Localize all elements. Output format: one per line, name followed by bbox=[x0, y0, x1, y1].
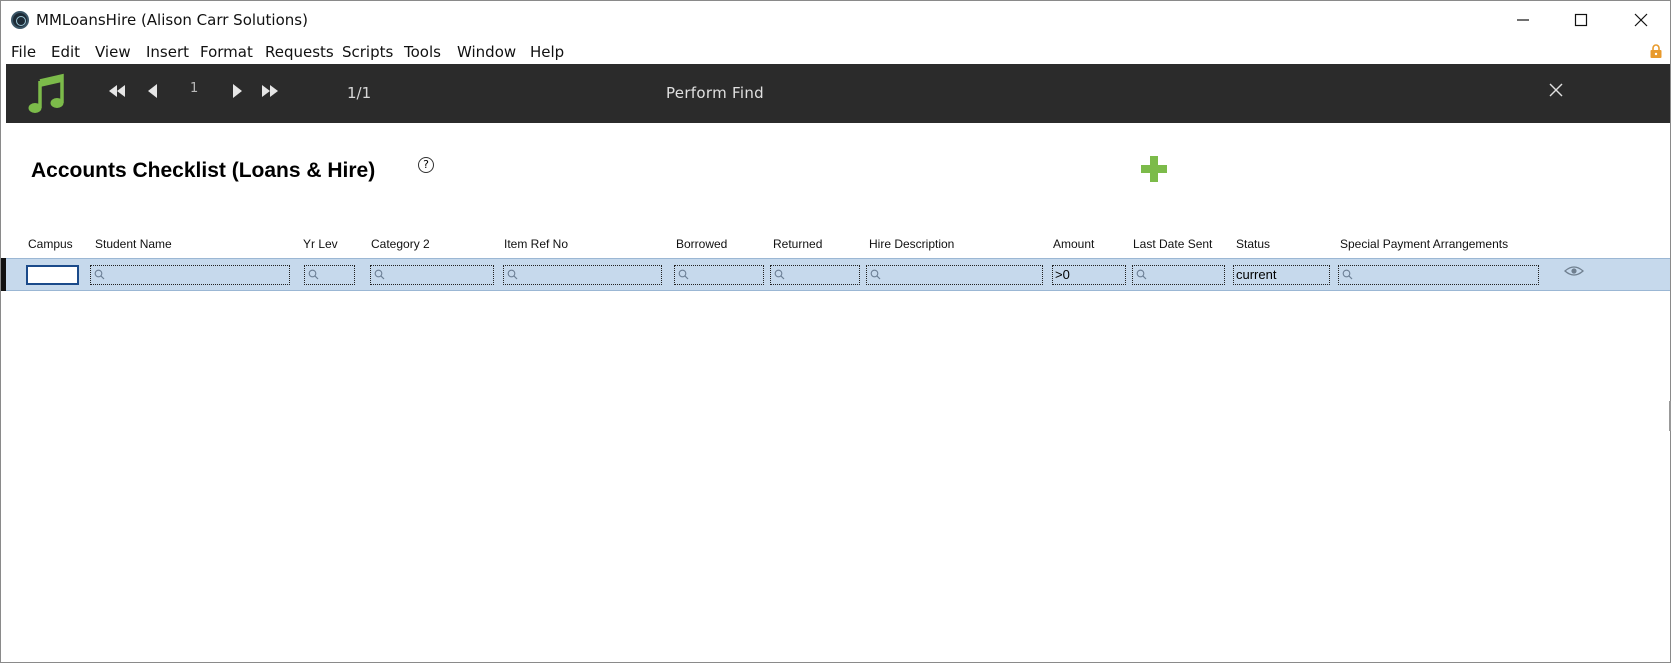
maximize-icon bbox=[1574, 13, 1588, 27]
lock-icon[interactable] bbox=[1649, 43, 1663, 59]
hire-description-find-field[interactable] bbox=[866, 265, 1043, 285]
menu-format[interactable]: Format bbox=[200, 43, 253, 61]
page-title: Accounts Checklist (Loans & Hire) bbox=[31, 159, 376, 182]
last-date-sent-find-field[interactable] bbox=[1132, 265, 1225, 285]
search-icon bbox=[1342, 269, 1353, 280]
menu-requests[interactable]: Requests bbox=[265, 43, 334, 61]
app-icon bbox=[11, 11, 29, 29]
find-request-row: >0 current bbox=[6, 258, 1670, 291]
mode-title: Perform Find bbox=[666, 84, 764, 102]
column-header-yr-lev: Yr Lev bbox=[303, 237, 338, 251]
column-header-category-2: Category 2 bbox=[371, 237, 430, 251]
previous-record-icon[interactable] bbox=[147, 84, 159, 98]
menu-view[interactable]: View bbox=[95, 43, 131, 61]
search-icon bbox=[870, 269, 881, 280]
yr-lev-find-field[interactable] bbox=[304, 265, 355, 285]
campus-find-field[interactable] bbox=[26, 265, 79, 285]
column-header-returned: Returned bbox=[773, 237, 823, 251]
status-find-field[interactable]: current bbox=[1233, 265, 1330, 285]
menu-insert[interactable]: Insert bbox=[146, 43, 189, 61]
menu-tools[interactable]: Tools bbox=[404, 43, 441, 61]
column-header-special-payment-arrangements: Special Payment Arrangements bbox=[1340, 237, 1509, 251]
last-record-icon[interactable] bbox=[261, 84, 279, 98]
menu-edit[interactable]: Edit bbox=[51, 43, 80, 61]
search-icon bbox=[774, 269, 785, 280]
column-header-item-ref-no: Item Ref No bbox=[504, 237, 569, 251]
title-bar: MMLoansHire (Alison Carr Solutions) bbox=[1, 1, 1670, 39]
category-2-find-field[interactable] bbox=[370, 265, 494, 285]
column-header-campus: Campus bbox=[28, 237, 73, 251]
returned-find-field[interactable] bbox=[770, 265, 860, 285]
next-record-icon[interactable] bbox=[231, 84, 243, 98]
menu-window[interactable]: Window bbox=[457, 43, 516, 61]
eye-icon[interactable] bbox=[1564, 265, 1584, 277]
status-toolbar: 1 1/1 Perform Find bbox=[6, 64, 1670, 123]
amount-find-field[interactable]: >0 bbox=[1052, 265, 1126, 285]
record-number[interactable]: 1 bbox=[190, 81, 198, 96]
menu-scripts[interactable]: Scripts bbox=[342, 43, 393, 61]
record-count: 1/1 bbox=[347, 84, 372, 102]
student-name-find-field[interactable] bbox=[90, 265, 290, 285]
app-window: MMLoansHire (Alison Carr Solutions) File… bbox=[0, 0, 1671, 663]
help-icon[interactable]: ? bbox=[418, 157, 434, 173]
column-header-last-date-sent: Last Date Sent bbox=[1133, 237, 1213, 251]
search-icon bbox=[678, 269, 689, 280]
special-payment-arrangements-find-field[interactable] bbox=[1338, 265, 1539, 285]
close-icon bbox=[1634, 13, 1648, 27]
music-note-icon[interactable] bbox=[28, 73, 68, 115]
minimize-button[interactable] bbox=[1494, 1, 1552, 39]
first-record-icon[interactable] bbox=[108, 84, 126, 98]
close-icon[interactable] bbox=[1549, 83, 1563, 97]
column-header-hire-description: Hire Description bbox=[869, 237, 955, 251]
maximize-button[interactable] bbox=[1552, 1, 1610, 39]
borrowed-find-field[interactable] bbox=[674, 265, 764, 285]
window-title: MMLoansHire (Alison Carr Solutions) bbox=[36, 11, 308, 29]
menu-help[interactable]: Help bbox=[530, 43, 564, 61]
menu-bar: File Edit View Insert Format Requests Sc… bbox=[1, 39, 1670, 63]
search-icon bbox=[308, 269, 319, 280]
column-header-status: Status bbox=[1236, 237, 1271, 251]
search-icon bbox=[94, 269, 105, 280]
add-icon[interactable] bbox=[1139, 154, 1169, 184]
minimize-icon bbox=[1517, 19, 1529, 21]
menu-file[interactable]: File bbox=[11, 43, 36, 61]
column-header-amount: Amount bbox=[1053, 237, 1095, 251]
column-header-student-name: Student Name bbox=[95, 237, 172, 251]
search-icon bbox=[374, 269, 385, 280]
search-icon bbox=[507, 269, 518, 280]
item-ref-no-find-field[interactable] bbox=[503, 265, 662, 285]
search-icon bbox=[1136, 269, 1147, 280]
window-close-button[interactable] bbox=[1612, 1, 1670, 39]
column-header-borrowed: Borrowed bbox=[676, 237, 728, 251]
